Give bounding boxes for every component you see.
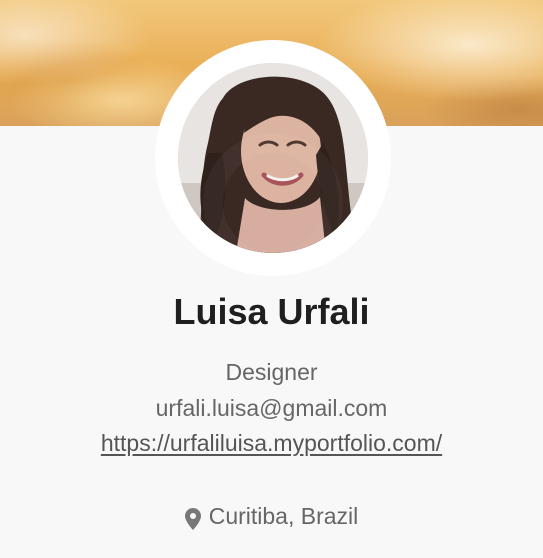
profile-email: urfali.luisa@gmail.com (155, 395, 388, 421)
location-pin-icon (184, 505, 201, 530)
profile-role: Designer (225, 359, 318, 385)
avatar (178, 63, 368, 253)
location-label: Curitiba, Brazil (208, 503, 359, 529)
profile-name: Luisa Urfali (173, 291, 370, 332)
profile-website: https://urfaliluisa.myportfolio.com/ (0, 426, 543, 460)
profile-card: Luisa Urfali Designer urfali.luisa@gmail… (0, 0, 543, 558)
profile-location: Curitiba, Brazil (0, 499, 543, 533)
website-link[interactable]: https://urfaliluisa.myportfolio.com/ (101, 430, 442, 456)
